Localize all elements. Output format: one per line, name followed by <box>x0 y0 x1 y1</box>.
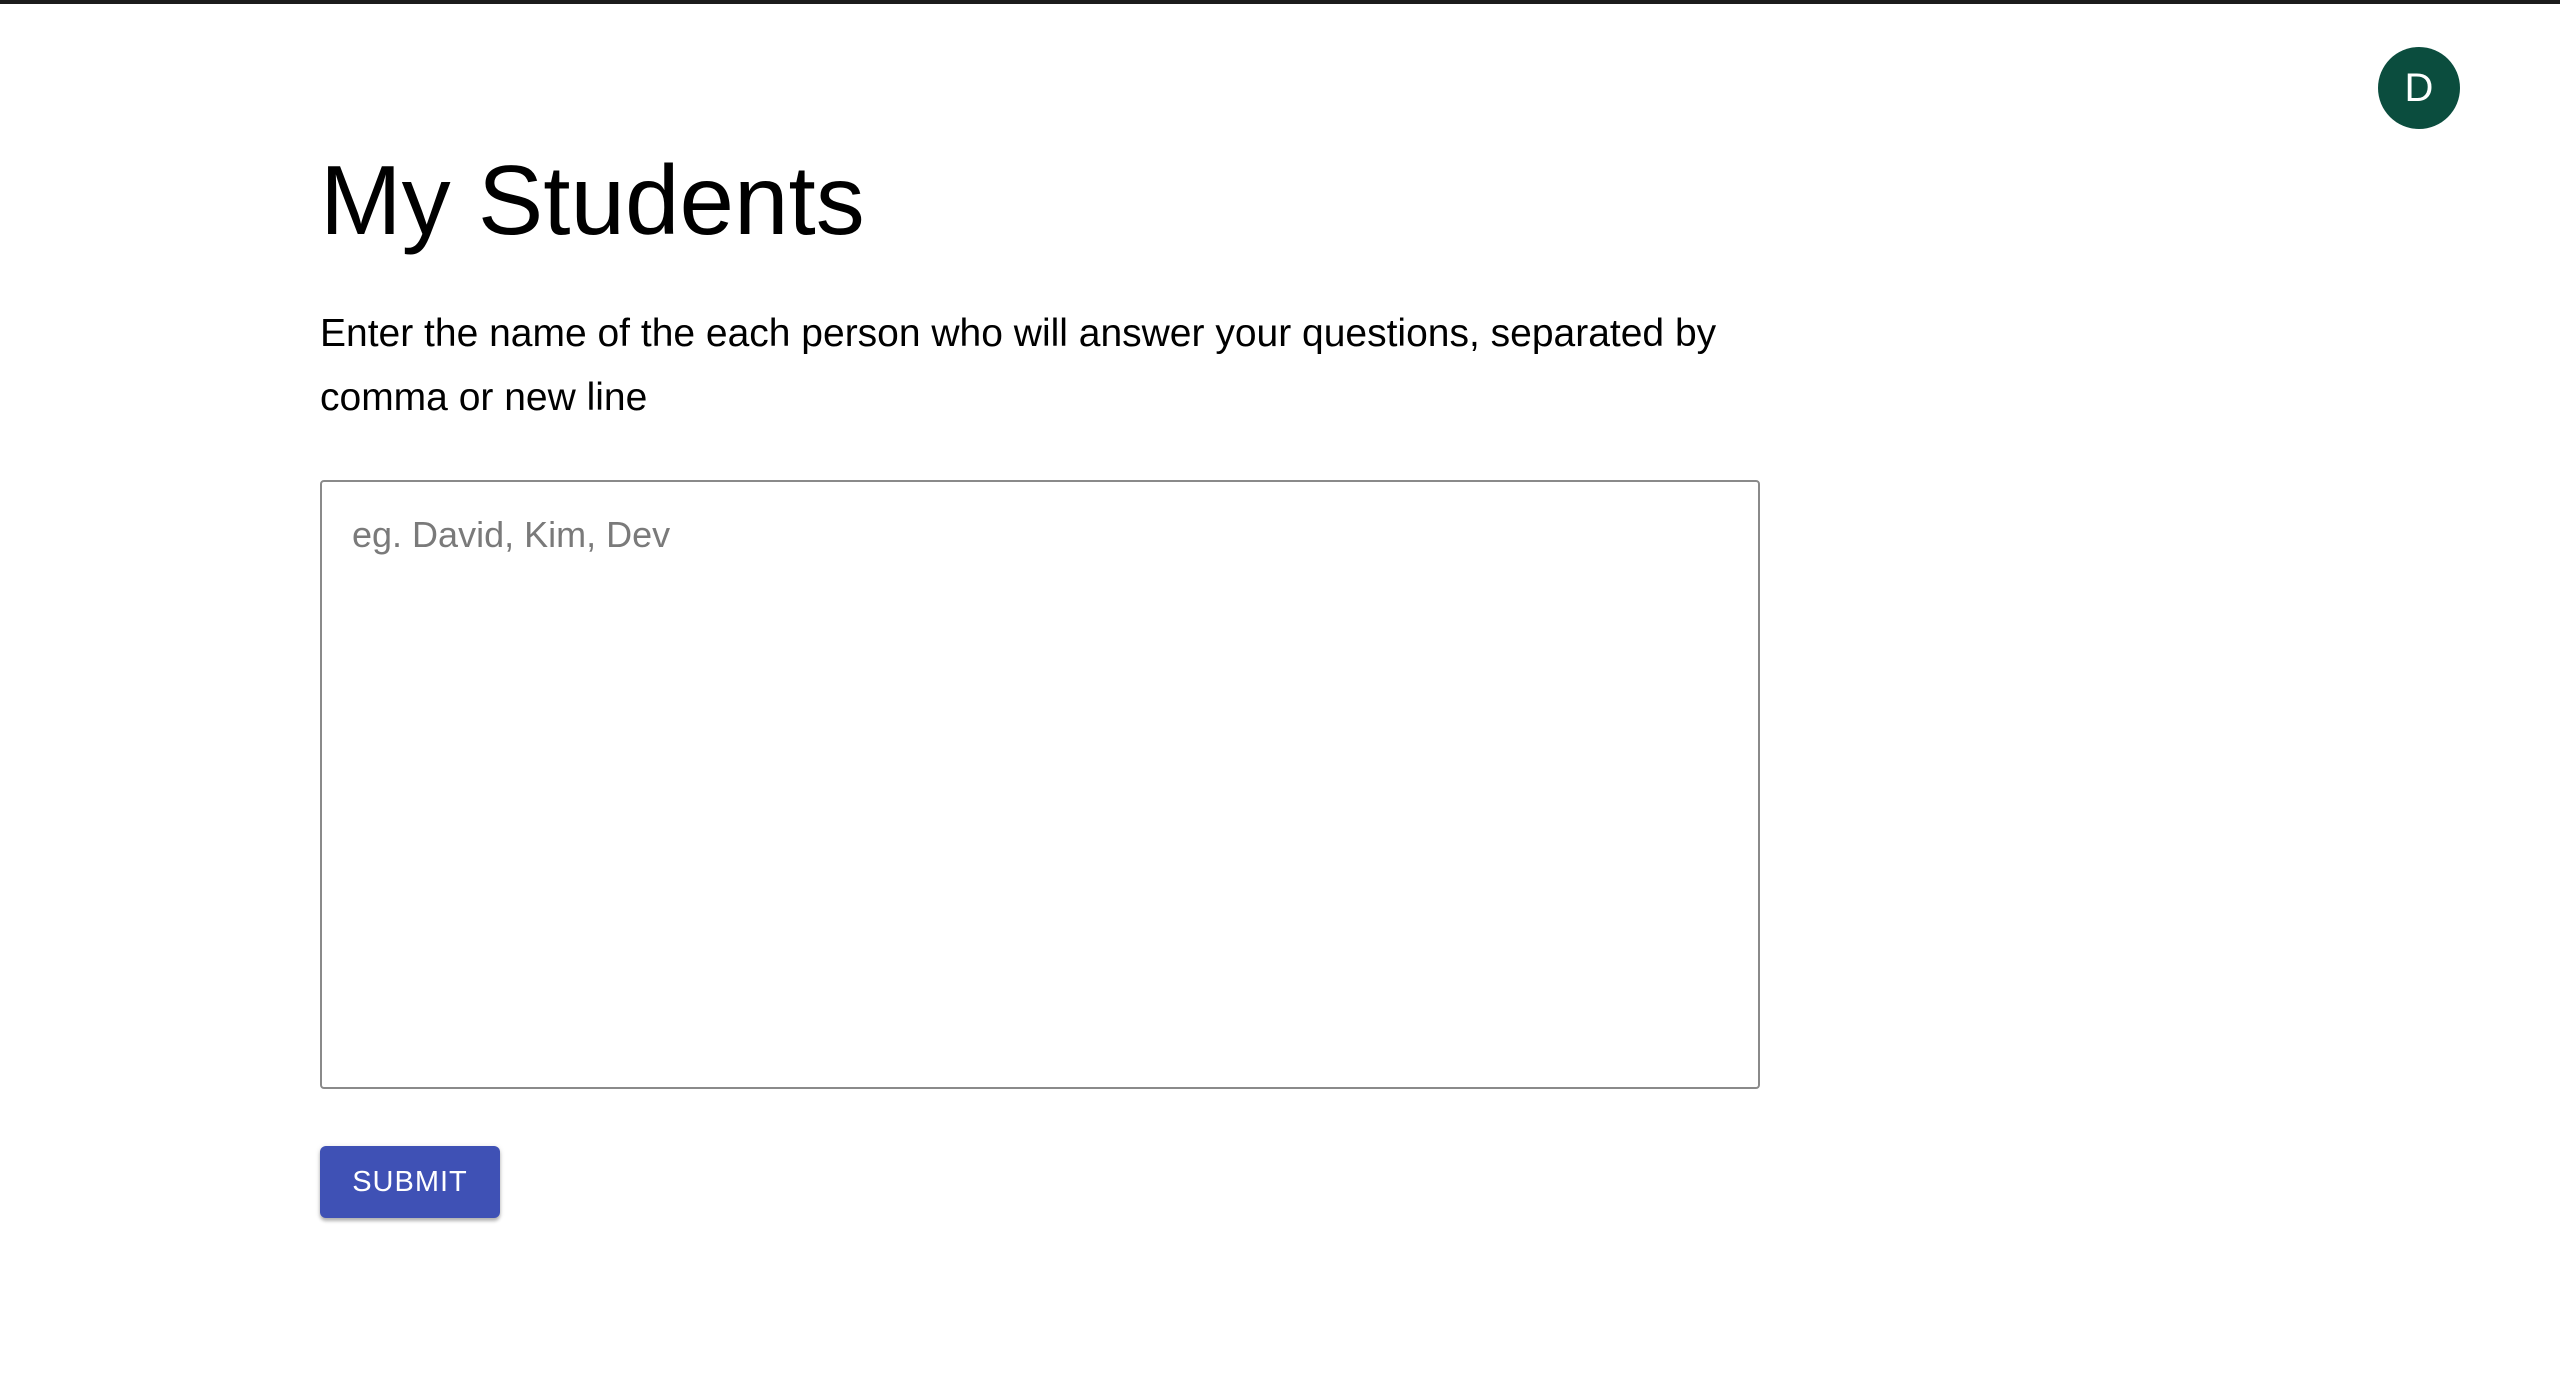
student-names-input[interactable] <box>320 480 1760 1089</box>
instructions-text: Enter the name of the each person who wi… <box>320 312 1717 419</box>
page-title: My Students <box>320 145 865 255</box>
submit-button[interactable]: SUBMIT <box>320 1146 500 1218</box>
user-avatar[interactable]: D <box>2378 47 2460 129</box>
top-border <box>0 0 2560 4</box>
